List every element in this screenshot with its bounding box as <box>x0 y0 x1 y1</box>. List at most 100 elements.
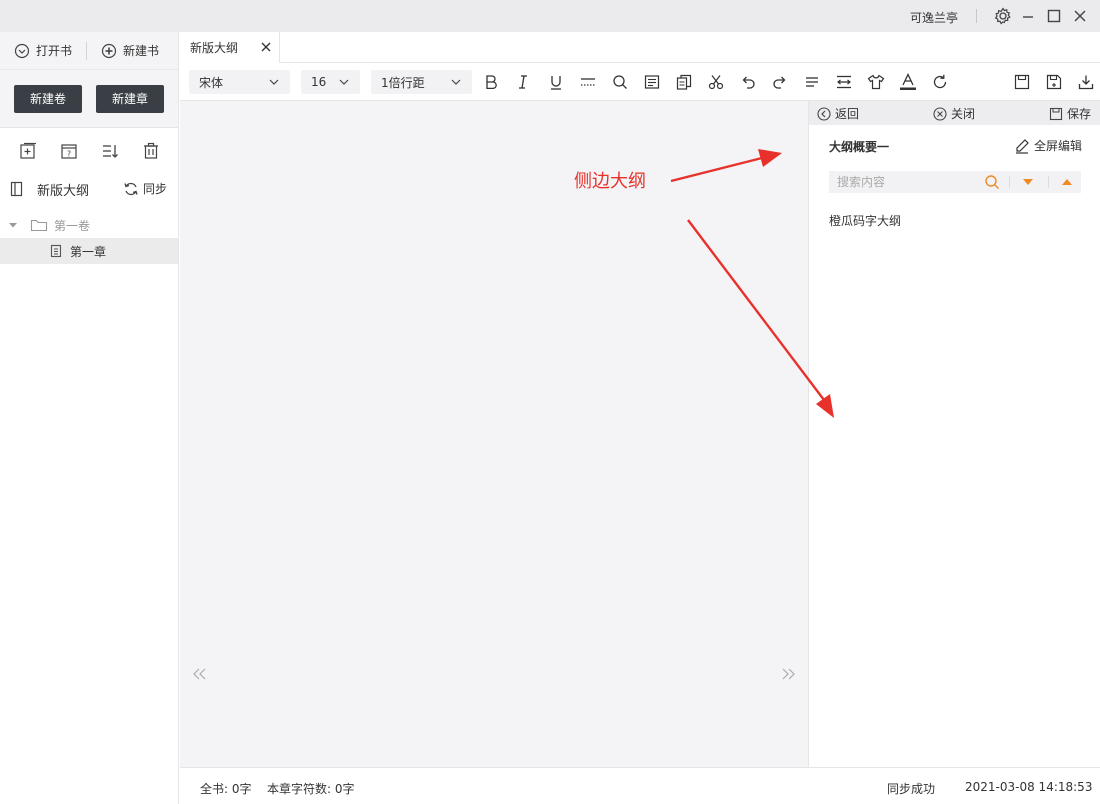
annotation-label: 侧边大纲 <box>574 171 646 192</box>
chevron-circle-icon <box>14 43 30 58</box>
font-color-icon[interactable] <box>899 73 917 91</box>
editor-area[interactable] <box>180 101 808 767</box>
tab-outline[interactable]: 新版大纲 <box>180 32 280 63</box>
close-panel-button[interactable]: 关闭 <box>933 105 975 122</box>
outline-search <box>829 171 1081 193</box>
volume-label: 第一卷 <box>54 218 91 233</box>
save-panel-button[interactable]: 保存 <box>1049 105 1091 122</box>
sidebar-tools: ? <box>0 128 178 174</box>
title-bar: 可逸兰亭 <box>0 0 1100 32</box>
fullscreen-edit-label: 全屏编辑 <box>1034 139 1083 153</box>
divider-icon[interactable] <box>579 73 597 91</box>
indent-icon[interactable] <box>835 73 853 91</box>
new-chapter-button[interactable]: 新建章 <box>96 84 164 113</box>
insert-chapter-icon[interactable]: ? <box>59 141 78 161</box>
back-button[interactable]: 返回 <box>817 105 859 122</box>
pen-icon <box>1016 138 1029 154</box>
gear-icon[interactable] <box>993 6 1013 26</box>
timestamp: 2021-03-08 14:18:53 <box>965 780 1093 794</box>
font-select[interactable]: 宋体 <box>189 70 290 94</box>
search-divider <box>1009 176 1010 188</box>
tab-label: 新版大纲 <box>190 41 239 55</box>
book-name[interactable]: 新版大纲 <box>37 180 89 199</box>
theme-icon[interactable] <box>867 73 885 91</box>
back-label: 返回 <box>835 107 860 121</box>
book-icon <box>10 181 23 197</box>
undo-icon[interactable] <box>739 73 757 91</box>
sync-status: 同步成功 <box>887 782 936 796</box>
outline-title: 大纲概要一 <box>829 140 890 154</box>
download-icon[interactable] <box>1077 73 1095 91</box>
next-page-icon[interactable] <box>780 667 796 681</box>
line-spacing-select[interactable]: 1倍行距 <box>371 70 472 94</box>
save-icon[interactable] <box>1013 73 1031 91</box>
save-icon <box>1049 107 1063 120</box>
minimize-icon[interactable] <box>1018 6 1038 26</box>
chapter-label: 第一章 <box>70 244 107 259</box>
format-icon[interactable] <box>643 73 661 91</box>
add-chapter-icon[interactable] <box>18 141 37 161</box>
sync-label: 同步 <box>143 182 168 196</box>
svg-text:?: ? <box>66 150 70 159</box>
save-label: 保存 <box>1067 107 1092 121</box>
new-book-button[interactable]: 新建书 <box>87 42 173 59</box>
new-book-label: 新建书 <box>123 44 160 58</box>
bold-icon[interactable] <box>482 73 500 91</box>
copy-icon[interactable] <box>675 73 693 91</box>
trash-icon[interactable] <box>141 141 160 161</box>
status-bar: 全书: 0字 本章字符数: 0字 同步成功 2021-03-08 14:18:5… <box>180 767 1100 804</box>
outline-item[interactable]: 橙瓜码字大纲 <box>829 212 901 229</box>
folder-icon <box>30 219 48 232</box>
chevron-down-icon <box>339 79 349 85</box>
underline-icon[interactable] <box>547 73 565 91</box>
outline-panel: 返回 关闭 保存 大纲概要一 全屏编辑 橙瓜码字大纲 <box>808 101 1100 767</box>
sidebar-top: 打开书 新建书 <box>0 32 178 70</box>
new-volume-button[interactable]: 新建卷 <box>14 84 82 113</box>
sort-icon[interactable] <box>100 141 119 161</box>
size-select[interactable]: 16 <box>301 70 360 94</box>
tree-chapter[interactable]: 第一章 <box>0 238 178 264</box>
book-header: 新版大纲 同步 <box>0 174 178 204</box>
align-icon[interactable] <box>803 73 821 91</box>
outline-panel-header: 返回 关闭 保存 <box>809 101 1100 125</box>
close-label: 关闭 <box>951 107 976 121</box>
titlebar-divider <box>976 9 977 23</box>
open-book-label: 打开书 <box>36 44 73 58</box>
chapter-char-count: 本章字符数: 0字 <box>267 782 355 796</box>
close-icon[interactable] <box>1070 6 1090 26</box>
prev-result-icon[interactable] <box>1059 174 1075 190</box>
line-spacing-value: 1倍行距 <box>381 75 425 90</box>
next-result-icon[interactable] <box>1020 174 1036 190</box>
sync-icon <box>124 182 138 195</box>
sidebar-actions: 新建卷 新建章 <box>0 70 178 128</box>
size-value: 16 <box>311 75 327 89</box>
maximize-icon[interactable] <box>1044 6 1064 26</box>
search-icon[interactable] <box>611 73 629 91</box>
chevron-down-icon <box>269 79 279 85</box>
redo-icon[interactable] <box>771 73 789 91</box>
fullscreen-edit-button[interactable]: 全屏编辑 <box>1014 137 1082 154</box>
italic-icon[interactable] <box>514 73 532 91</box>
tab-bar: 新版大纲 <box>180 32 1100 63</box>
save-as-icon[interactable] <box>1045 73 1063 91</box>
user-name[interactable]: 可逸兰亭 <box>910 9 958 26</box>
open-book-button[interactable]: 打开书 <box>0 42 86 59</box>
chevron-down-icon <box>451 79 461 85</box>
editor-toolbar: 宋体 16 1倍行距 <box>180 63 1100 101</box>
back-circle-icon <box>817 106 831 121</box>
prev-page-icon[interactable] <box>192 667 208 681</box>
sync-button[interactable]: 同步 <box>123 180 167 197</box>
caret-down-icon <box>9 223 17 228</box>
document-icon <box>50 244 62 258</box>
cut-icon[interactable] <box>707 73 725 91</box>
sidebar: 打开书 新建书 新建卷 新建章 ? 新版大纲 同步 第一卷 第一章 <box>0 32 179 804</box>
plus-circle-icon <box>101 43 117 58</box>
font-value: 宋体 <box>199 75 224 90</box>
tree-volume[interactable]: 第一卷 <box>0 212 178 238</box>
close-icon[interactable] <box>259 40 273 54</box>
book-word-count: 全书: 0字 <box>200 782 252 796</box>
search-icon[interactable] <box>984 174 1000 190</box>
search-divider <box>1048 176 1049 188</box>
outline-search-input[interactable] <box>829 171 977 193</box>
refresh-icon[interactable] <box>931 73 949 91</box>
